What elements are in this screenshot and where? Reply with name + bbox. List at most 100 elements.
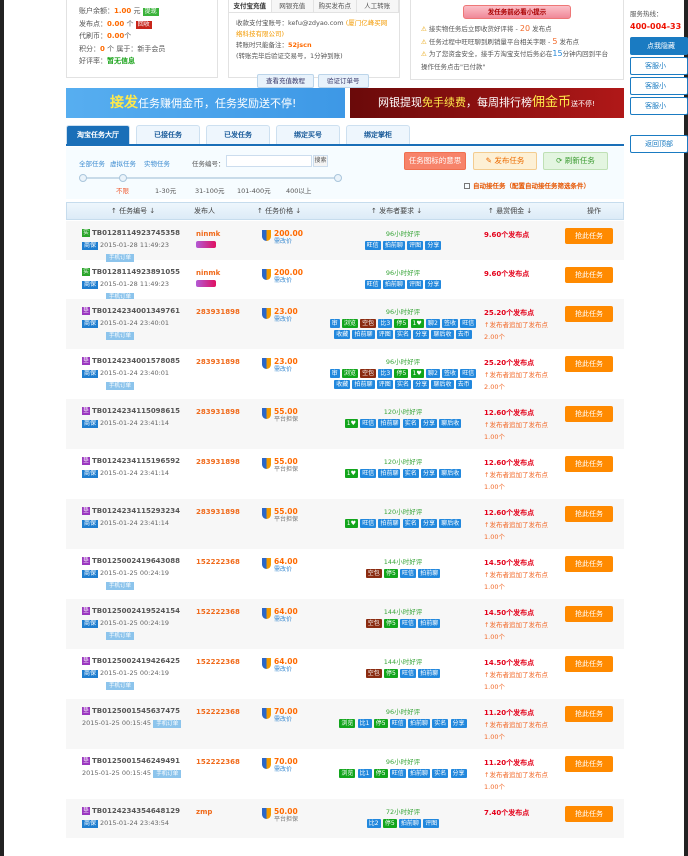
review-requirement: 120小时好评: [383, 408, 423, 416]
recharge-tutorial-button[interactable]: 查看充值教程: [257, 74, 314, 88]
hide-sidebar-button[interactable]: 点我隐藏: [630, 37, 688, 55]
tab-accepted-tasks[interactable]: 已接任务: [136, 125, 200, 144]
grab-task-button[interactable]: 抢此任务: [565, 228, 613, 244]
requirement-tag: 去币: [455, 380, 472, 389]
auto-accept-checkbox[interactable]: 自动接任务（配置自动接任务筛选条件）: [464, 180, 590, 190]
range-31-100[interactable]: 31-100元: [195, 185, 225, 195]
grab-task-button[interactable]: 抢此任务: [565, 806, 613, 822]
publisher-name[interactable]: 152222368: [196, 558, 240, 566]
requirement-tag: 评图: [407, 241, 424, 250]
recycle-button[interactable]: 回收: [135, 20, 152, 29]
grab-task-button[interactable]: 抢此任务: [565, 706, 613, 722]
col-reward[interactable]: ↑ 悬赏佣金 ↓: [488, 203, 532, 219]
kefu-button-3[interactable]: 客服小: [630, 97, 688, 115]
grab-task-button[interactable]: 抢此任务: [565, 406, 613, 422]
range-400-plus[interactable]: 400以上: [286, 185, 311, 195]
col-price[interactable]: ↑ 任务价格 ↓: [257, 203, 301, 219]
slider-knob-min[interactable]: [79, 174, 87, 182]
search-button[interactable]: 搜索: [313, 155, 328, 167]
balance-label: 账户余额：: [79, 7, 114, 15]
added-points-value: 1.00个: [484, 733, 505, 741]
notice-number: 20: [519, 24, 531, 33]
requirement-tag: 1♥: [344, 519, 358, 528]
grab-task-button[interactable]: 抢此任务: [565, 606, 613, 622]
pay-tab-buy-points[interactable]: 购买发布点: [314, 0, 357, 12]
task-id-input[interactable]: [226, 155, 312, 167]
grab-task-button[interactable]: 抢此任务: [565, 656, 613, 672]
pay-tab-alipay[interactable]: 支付宝充值: [229, 0, 272, 12]
range-any[interactable]: 不限: [116, 185, 129, 195]
price-range-slider[interactable]: [79, 174, 342, 182]
grab-task-button[interactable]: 抢此任务: [565, 506, 613, 522]
banner-right[interactable]: 网银提现免手续费，每周排行榜佣金币送不停!: [350, 88, 624, 118]
reward-points: 12.60个发布点: [484, 409, 535, 417]
publisher-name[interactable]: 152222368: [196, 608, 240, 616]
publish-task-button[interactable]: ✎ 发布任务: [473, 152, 537, 170]
filter-physical[interactable]: 实物任务: [144, 158, 170, 168]
publisher-name[interactable]: 283931898: [196, 408, 240, 416]
review-requirement: 144小时好评: [383, 608, 423, 616]
slider-knob[interactable]: [119, 174, 127, 182]
task-id: TB0125002419524154: [92, 607, 181, 615]
added-points-note: ↑发布者追加了发布点: [484, 421, 548, 429]
kefu-button-2[interactable]: 客服小: [630, 77, 688, 95]
checkbox-icon[interactable]: [464, 183, 470, 189]
kefu-button-1[interactable]: 客服小: [630, 57, 688, 75]
added-points-value: 1.00个: [484, 583, 505, 591]
pay-tab-manual[interactable]: 人工转账: [356, 0, 399, 12]
range-101-400[interactable]: 101-400元: [237, 185, 271, 195]
publisher-name[interactable]: 283931898: [196, 358, 240, 366]
publisher-name[interactable]: 283931898: [196, 458, 240, 466]
memo-value: 52jscn: [288, 41, 312, 49]
publisher-name[interactable]: 152222368: [196, 658, 240, 666]
grab-task-button[interactable]: 抢此任务: [565, 556, 613, 572]
publisher-name[interactable]: 283931898: [196, 508, 240, 516]
grab-task-button[interactable]: 抢此任务: [565, 456, 613, 472]
grab-task-button[interactable]: 抢此任务: [565, 356, 613, 372]
publisher-name[interactable]: zmp: [196, 808, 212, 816]
mobile-order-badge: 手机订单: [106, 582, 135, 590]
range-1-30[interactable]: 1-30元: [155, 185, 176, 195]
requirement-tag: 停5: [383, 569, 398, 578]
notice-item: ⚠ 任务过程中旺旺聊到刷销量平台相关字眼 - 5 发布点: [421, 36, 613, 49]
table-row: 垫 TB0125002419643088 商保 2015-01-25 00:24:19…: [66, 549, 624, 599]
slider-knob-max[interactable]: [334, 174, 342, 182]
publisher-name[interactable]: ninmk: [196, 230, 220, 238]
requirement-tag: 比1: [357, 769, 372, 778]
tab-published-tasks[interactable]: 已发任务: [206, 125, 270, 144]
grab-task-button[interactable]: 抢此任务: [565, 267, 613, 283]
publisher-name[interactable]: 152222368: [196, 758, 240, 766]
grab-task-button[interactable]: 抢此任务: [565, 756, 613, 772]
task-id: TB0124234001349761: [92, 307, 181, 315]
requirement-tag: 分享: [420, 419, 437, 428]
col-task-id[interactable]: ↑ 任务编号 ↓: [111, 203, 155, 219]
verify-order-button[interactable]: 验证订单号: [318, 74, 369, 88]
publisher-name[interactable]: ninmk: [196, 269, 220, 277]
requirement-tag: 拍前聊: [418, 569, 441, 578]
pay-tab-bank[interactable]: 网银充值: [271, 0, 314, 12]
filter-all[interactable]: 全部任务: [79, 158, 105, 168]
task-price: 64.00: [274, 557, 298, 566]
banner-left[interactable]: 接发任务赚佣金币，任务奖励送不停!: [66, 88, 345, 118]
review-requirement: 144小时好评: [383, 658, 423, 666]
merchant-guarantee-badge: 商保: [82, 470, 99, 478]
back-to-top-button[interactable]: 返回顶部: [630, 135, 688, 153]
publisher-name[interactable]: 152222368: [196, 708, 240, 716]
filter-virtual[interactable]: 虚拟任务: [110, 158, 136, 168]
withdraw-button[interactable]: 提现: [142, 8, 159, 16]
requirement-tag: 浏览: [339, 769, 356, 778]
added-points-value: 1.00个: [484, 633, 505, 641]
col-requirements[interactable]: ↑ 发布者要求 ↓: [371, 203, 422, 219]
refresh-tasks-button[interactable]: ⟳ 刷新任务: [543, 152, 608, 170]
publish-label: 发布任务: [494, 156, 525, 165]
service-sidebar: 服务热线： 400-004-33 点我隐藏 客服小 客服小 客服小 返回顶部: [630, 8, 688, 155]
tab-task-hall[interactable]: 淘宝任务大厅: [66, 125, 130, 144]
tab-bind-buyer[interactable]: 绑定买号: [276, 125, 340, 144]
requirement-tag: 拍前聊: [378, 469, 401, 478]
grab-task-button[interactable]: 抢此任务: [565, 306, 613, 322]
icon-legend-button[interactable]: 任务图标的意思: [404, 152, 466, 170]
tab-bind-seller[interactable]: 绑定掌柜: [346, 125, 410, 144]
notice-unit: 发布点: [557, 37, 580, 46]
publisher-name[interactable]: 283931898: [196, 308, 240, 316]
added-points-note: ↑发布者追加了发布点: [484, 621, 548, 629]
